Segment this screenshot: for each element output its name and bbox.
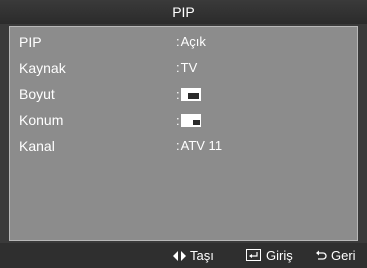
source-value: TV xyxy=(180,60,198,75)
left-right-arrows-icon xyxy=(173,250,186,261)
menu-header: PIP xyxy=(0,0,367,24)
menu-item-value: : Açık xyxy=(176,34,206,49)
menu-item-channel[interactable]: Kanal : ATV 11 xyxy=(10,135,357,159)
button-hint-bar: Taşı Giriş Geri xyxy=(0,243,367,268)
menu-title: PIP xyxy=(172,4,195,20)
value-separator: : xyxy=(176,87,180,102)
value-separator: : xyxy=(176,138,180,153)
menu-item-pip[interactable]: PIP : Açık xyxy=(10,31,357,55)
menu-item-position[interactable]: Konum : xyxy=(10,109,357,133)
back-label: Geri xyxy=(331,248,356,263)
channel-value: ATV 11 xyxy=(180,138,223,153)
enter-hint: Giriş xyxy=(246,248,293,263)
pip-osd-menu: PIP PIP : Açık Kaynak : TV Boyut : Konum… xyxy=(0,0,367,268)
move-label: Taşı xyxy=(190,248,214,263)
value-separator: : xyxy=(176,113,180,128)
pip-position-icon xyxy=(180,114,201,127)
menu-item-size[interactable]: Boyut : xyxy=(10,83,357,107)
menu-item-value: : xyxy=(176,87,201,102)
menu-item-label: Kaynak xyxy=(19,60,66,76)
move-hint: Taşı xyxy=(173,248,214,263)
menu-item-source[interactable]: Kaynak : TV xyxy=(10,57,357,81)
pip-size-icon xyxy=(180,88,201,101)
menu-item-value: : TV xyxy=(176,60,197,75)
menu-item-label: Boyut xyxy=(19,86,55,102)
enter-label: Giriş xyxy=(266,248,293,263)
pip-settings-panel: PIP : Açık Kaynak : TV Boyut : Konum: K… xyxy=(9,26,358,241)
value-separator: : xyxy=(176,60,180,75)
return-icon xyxy=(316,250,327,260)
menu-item-value: : ATV 11 xyxy=(176,138,222,153)
menu-item-label: Konum xyxy=(19,112,64,128)
pip-state-value: Açık xyxy=(180,34,206,49)
value-separator: : xyxy=(176,34,180,49)
menu-item-label: PIP xyxy=(19,34,42,50)
enter-icon xyxy=(246,249,261,261)
menu-item-label: Kanal xyxy=(19,138,55,154)
back-hint: Geri xyxy=(315,248,356,263)
menu-item-value: : xyxy=(176,113,201,128)
